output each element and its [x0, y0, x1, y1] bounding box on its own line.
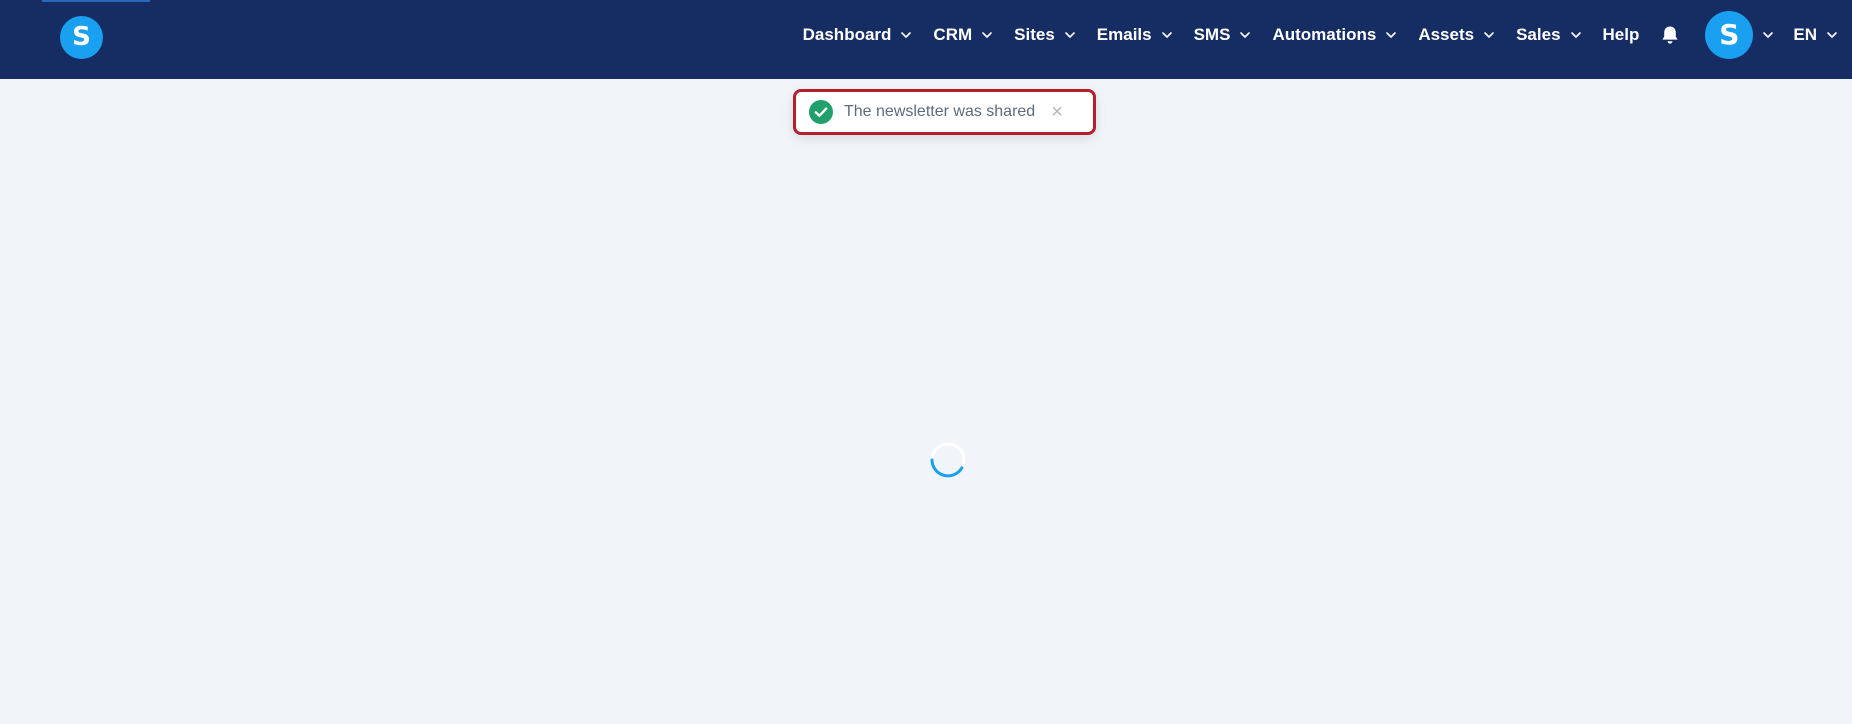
avatar: S: [1705, 11, 1754, 59]
chevron-down-icon: [981, 29, 993, 41]
nav-item-label: Dashboard: [802, 25, 892, 44]
nav-item-label: Assets: [1418, 25, 1475, 44]
nav-item-automations[interactable]: Automations: [1272, 25, 1397, 45]
topbar-accent-line: [42, 0, 150, 2]
bell-icon[interactable]: [1659, 24, 1681, 46]
nav-item-help[interactable]: Help: [1603, 25, 1640, 45]
close-icon[interactable]: ×: [1051, 102, 1063, 122]
language-selector[interactable]: EN: [1793, 25, 1838, 45]
nav-item-label: Emails: [1096, 25, 1152, 44]
chevron-down-icon: [1570, 29, 1582, 41]
main-nav: Dashboard CRM Sites Emails SMS Automatio…: [782, 0, 1838, 70]
user-menu[interactable]: S: [1705, 11, 1774, 59]
nav-item-emails[interactable]: Emails: [1097, 25, 1173, 45]
top-navigation-bar: S Dashboard CRM Sites Emails SMS Automat…: [0, 0, 1852, 79]
nav-item-label: CRM: [933, 25, 973, 44]
nav-item-sales[interactable]: Sales: [1516, 25, 1581, 45]
chevron-down-icon: [1385, 29, 1397, 41]
chevron-down-icon: [1161, 29, 1173, 41]
nav-item-assets[interactable]: Assets: [1418, 25, 1495, 45]
check-circle-icon: [809, 100, 833, 124]
language-label: EN: [1793, 25, 1817, 44]
nav-item-crm[interactable]: CRM: [933, 25, 993, 45]
nav-item-sites[interactable]: Sites: [1014, 25, 1076, 45]
nav-item-label: Sales: [1516, 25, 1561, 44]
nav-item-label: Automations: [1272, 25, 1377, 44]
nav-item-label: Help: [1602, 25, 1640, 44]
nav-item-label: Sites: [1014, 25, 1055, 44]
nav-item-sms[interactable]: SMS: [1194, 25, 1252, 45]
chevron-down-icon: [1826, 29, 1838, 41]
chevron-down-icon: [1762, 29, 1774, 41]
spinner-icon: [930, 442, 966, 478]
app-logo[interactable]: S: [60, 16, 103, 59]
nav-item-dashboard[interactable]: Dashboard: [803, 25, 913, 45]
chevron-down-icon: [1239, 29, 1251, 41]
chevron-down-icon: [1064, 29, 1076, 41]
chevron-down-icon: [1483, 29, 1495, 41]
chevron-down-icon: [900, 29, 912, 41]
success-toast: The newsletter was shared ×: [793, 89, 1096, 135]
toast-message: The newsletter was shared: [844, 103, 1036, 120]
nav-item-label: SMS: [1193, 25, 1231, 44]
